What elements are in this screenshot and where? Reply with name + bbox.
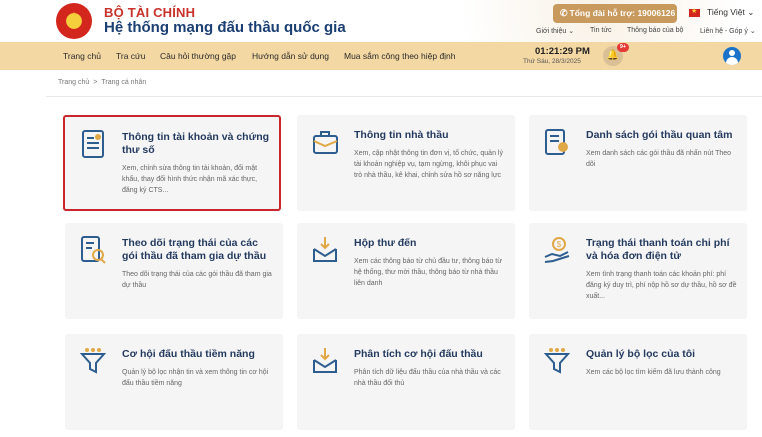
card-title: Trạng thái thanh toán chi phí và hóa đơn…	[586, 237, 730, 262]
card-description: Xem, cập nhật thông tin đơn vị, tổ chức,…	[354, 150, 503, 179]
top-link-gioi-thieu[interactable]: Giới thiệu ⌄	[536, 27, 574, 35]
clock-time: 01:21:29 PM	[535, 46, 590, 57]
card-description: Quản lý bộ lọc nhận tin và xem thông tin…	[122, 369, 269, 387]
card-description: Xem các bộ lọc tìm kiếm đã lưu thành côn…	[586, 369, 721, 376]
filter-icon	[543, 348, 571, 374]
breadcrumb-divider	[46, 96, 762, 97]
vietnam-flag-icon	[689, 7, 700, 17]
card-title: Cơ hội đấu thầu tiềm năng	[122, 348, 255, 360]
account-document-icon	[82, 130, 104, 158]
card-potential-opportunities[interactable]: Cơ hội đấu thầu tiềm năng Quản lý bộ lọc…	[65, 334, 283, 430]
notification-badge: 9+	[617, 43, 629, 52]
breadcrumb-current: Trang cá nhân	[101, 79, 147, 86]
nav-user-guide[interactable]: Hướng dẫn sử dụng	[252, 51, 329, 61]
nav-home[interactable]: Trang chủ	[63, 51, 101, 61]
nav-faq[interactable]: Câu hỏi thường gặp	[160, 51, 236, 61]
filter-icon	[79, 348, 107, 374]
card-payment-status[interactable]: $ Trạng thái thanh toán chi phí và hóa đ…	[529, 223, 747, 319]
card-my-filters[interactable]: Quản lý bộ lọc của tôi Xem các bộ lọc tì…	[529, 334, 747, 430]
card-title: Theo dõi trạng thái của các gói thầu đã …	[122, 237, 267, 262]
card-contractor-info[interactable]: Thông tin nhà thầu Xem, cập nhật thông t…	[297, 115, 515, 211]
top-link-tin-tuc[interactable]: Tin tức	[590, 27, 612, 34]
card-description: Theo dõi trạng thái của các gói thầu đã …	[122, 271, 272, 289]
card-title: Phân tích cơ hội đấu thầu	[354, 348, 483, 360]
breadcrumb-home[interactable]: Trang chủ	[58, 79, 89, 86]
card-description: Phân tích dữ liệu đấu thầu của nhà thầu …	[354, 369, 501, 387]
card-description: Xem các thông báo từ chủ đầu tư, thông b…	[354, 258, 502, 287]
hotline-button[interactable]: ✆ Tổng đài hỗ trợ: 19006126	[553, 4, 677, 23]
site-name[interactable]: Hệ thống mạng đấu thầu quốc gia	[104, 19, 346, 36]
inbox-download-icon	[313, 237, 337, 262]
national-emblem-logo[interactable]: ★	[56, 3, 92, 39]
document-search-icon	[81, 236, 106, 264]
phone-icon: ✆	[560, 8, 568, 18]
card-description: Xem, chỉnh sửa thông tin tài khoản, đổi …	[122, 165, 258, 194]
org-name: BỘ TÀI CHÍNH	[104, 5, 196, 20]
card-title: Thông tin tài khoản và chứng thư số	[122, 131, 270, 156]
nav-procurement-agreement[interactable]: Mua sắm công theo hiệp định	[344, 51, 456, 61]
card-bid-status-tracking[interactable]: Theo dõi trạng thái của các gói thầu đã …	[65, 223, 283, 319]
language-selector[interactable]: Tiếng Việt ⌄	[707, 7, 754, 18]
main-nav: Trang chủ Tra cứu Câu hỏi thường gặp Hướ…	[0, 42, 762, 70]
breadcrumb: Trang chủ > Trang cá nhân	[58, 79, 147, 86]
card-inbox[interactable]: Hộp thư đến Xem các thông báo từ chủ đầu…	[297, 223, 515, 319]
card-title: Danh sách gói thầu quan tâm	[586, 129, 733, 141]
user-avatar[interactable]	[723, 47, 741, 65]
nav-lookup[interactable]: Tra cứu	[116, 51, 145, 61]
top-link-lien-he[interactable]: Liên hệ - Góp ý ⌄	[700, 27, 756, 35]
certificate-icon	[545, 129, 568, 155]
card-watched-packages[interactable]: Danh sách gói thầu quan tâm Xem danh sác…	[529, 115, 747, 211]
site-header: ★ BỘ TÀI CHÍNH Hệ thống mạng đấu thầu qu…	[0, 0, 762, 42]
inbox-download-icon	[313, 348, 337, 373]
briefcase-icon	[313, 131, 338, 154]
card-description: Xem danh sách các gói thầu đã nhấn nút T…	[586, 150, 732, 168]
card-title: Hộp thư đến	[354, 237, 417, 249]
card-title: Quản lý bộ lọc của tôi	[586, 348, 696, 360]
chevron-down-icon: ⌄	[747, 7, 755, 17]
top-link-thong-bao[interactable]: Thông báo của bộ	[627, 27, 683, 34]
card-title: Thông tin nhà thầu	[354, 129, 449, 141]
svg-text:$: $	[557, 240, 562, 249]
card-description: Xem tình trạng thanh toán các khoản phí:…	[586, 271, 737, 300]
clock-date: Thứ Sáu, 28/3/2025	[523, 58, 581, 65]
card-opportunity-analysis[interactable]: Phân tích cơ hội đấu thầu Phân tích dữ l…	[297, 334, 515, 430]
card-account-info[interactable]: Thông tin tài khoản và chứng thư số Xem,…	[63, 115, 281, 211]
payment-hand-icon: $	[544, 237, 570, 263]
hotline-label: Tổng đài hỗ trợ: 19006126	[569, 8, 676, 18]
